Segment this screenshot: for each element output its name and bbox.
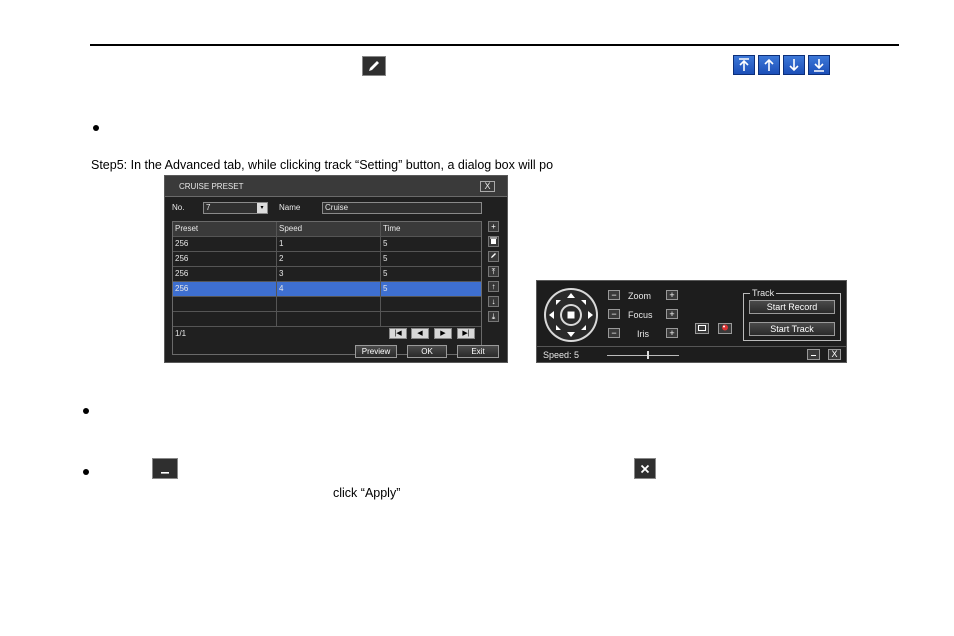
zoom-label: Zoom (628, 291, 652, 301)
panel-close-button[interactable]: X (828, 349, 841, 360)
cell-preset: 256 (173, 237, 277, 251)
table-row[interactable]: 256 2 5 (173, 252, 481, 267)
preview-button[interactable]: Preview (355, 345, 397, 358)
apply-text: click “Apply” (333, 486, 401, 500)
snapshot-icon[interactable] (695, 323, 709, 334)
column-header: Speed (277, 222, 381, 236)
chevron-down-icon: ▾ (257, 203, 267, 213)
cell-time: 5 (383, 269, 388, 278)
dialog-title: CRUISE PRESET (179, 182, 244, 191)
name-input[interactable]: Cruise (322, 202, 482, 214)
pencil-icon (362, 56, 386, 76)
arrow-down-icon[interactable]: ↓ (488, 296, 499, 307)
table-row[interactable]: 256 1 5 (173, 237, 481, 252)
cell-preset: 256 (173, 252, 277, 266)
no-label: No. (172, 203, 185, 212)
cell-time: 5 (383, 239, 388, 248)
bullet-3 (83, 469, 89, 475)
column-header: Time (383, 224, 401, 233)
cruise-preset-dialog: CRUISE PRESET X No. 7 ▾ Name Cruise Pres… (164, 175, 508, 363)
no-select-value: 7 (206, 203, 211, 212)
iris-open-button[interactable]: + (666, 328, 678, 338)
cell-speed: 4 (277, 282, 381, 296)
arrow-top-icon (733, 55, 755, 75)
arrow-bottom-icon (808, 55, 830, 75)
column-header: Preset (173, 222, 277, 236)
iris-label: Iris (637, 329, 649, 339)
cell-time: 5 (383, 284, 388, 293)
page-indicator: 1/1 (175, 329, 187, 338)
bullet-1 (93, 125, 99, 131)
arrow-top-icon[interactable]: ⤒ (488, 266, 499, 277)
start-track-button[interactable]: Start Track (749, 322, 835, 336)
dialog-title-bar: CRUISE PRESET X (165, 176, 507, 197)
track-legend: Track (750, 288, 777, 298)
dialog-close-button[interactable]: X (480, 181, 495, 192)
ok-button[interactable]: OK (407, 345, 447, 358)
cell-time: 5 (383, 254, 388, 263)
table-row[interactable]: 256 3 5 (173, 267, 481, 282)
arrow-up-icon[interactable]: ↑ (488, 281, 499, 292)
arrow-bottom-icon[interactable]: ⤓ (488, 311, 499, 322)
arrow-up-icon (758, 55, 780, 75)
iris-close-button[interactable]: − (608, 328, 620, 338)
add-icon[interactable]: + (488, 221, 499, 232)
focus-near-button[interactable]: − (608, 309, 620, 319)
minimize-icon (152, 458, 178, 479)
exit-button[interactable]: Exit (457, 345, 499, 358)
speed-slider-thumb[interactable] (647, 351, 649, 359)
prev-page-icon[interactable]: ◀ (411, 328, 429, 339)
cell-speed: 2 (277, 252, 381, 266)
speed-slider-track[interactable] (607, 355, 679, 356)
zoom-in-button[interactable]: + (666, 290, 678, 300)
direction-pad[interactable] (542, 286, 600, 344)
bullet-2 (83, 408, 89, 414)
step5-text: Step5: In the Advanced tab, while clicki… (91, 158, 554, 172)
minimize-button[interactable] (807, 349, 820, 360)
close-icon (634, 458, 656, 479)
table-header-row: Preset Speed Time (173, 222, 481, 237)
table-row-selected[interactable]: 256 4 5 (173, 282, 481, 297)
next-page-icon[interactable]: ▶ (434, 328, 452, 339)
last-page-icon[interactable]: ▶| (457, 328, 475, 339)
no-select[interactable]: 7 ▾ (203, 202, 268, 214)
name-label: Name (279, 203, 301, 212)
table-row-empty[interactable] (173, 312, 481, 327)
speed-label: Speed: 5 (543, 350, 580, 360)
panel-divider (537, 346, 846, 347)
cell-speed: 1 (277, 237, 381, 251)
zoom-out-button[interactable]: − (608, 290, 620, 300)
track-group: Track Start Record Start Track (743, 288, 841, 341)
move-buttons-group (733, 55, 830, 75)
start-record-button[interactable]: Start Record (749, 300, 835, 314)
focus-label: Focus (628, 310, 653, 320)
first-page-icon[interactable]: |◀ (389, 328, 407, 339)
cell-preset: 256 (173, 282, 277, 296)
light-icon[interactable] (718, 323, 732, 334)
ptz-control-panel: − Zoom + − Focus + − Iris + Track Start … (536, 280, 847, 363)
focus-far-button[interactable]: + (666, 309, 678, 319)
pencil-icon[interactable] (488, 251, 499, 262)
cell-speed: 3 (277, 267, 381, 281)
header-rule (90, 44, 899, 46)
cell-preset: 256 (173, 267, 277, 281)
trash-icon[interactable] (488, 236, 499, 247)
table-row-empty[interactable] (173, 297, 481, 312)
arrow-down-icon (783, 55, 805, 75)
